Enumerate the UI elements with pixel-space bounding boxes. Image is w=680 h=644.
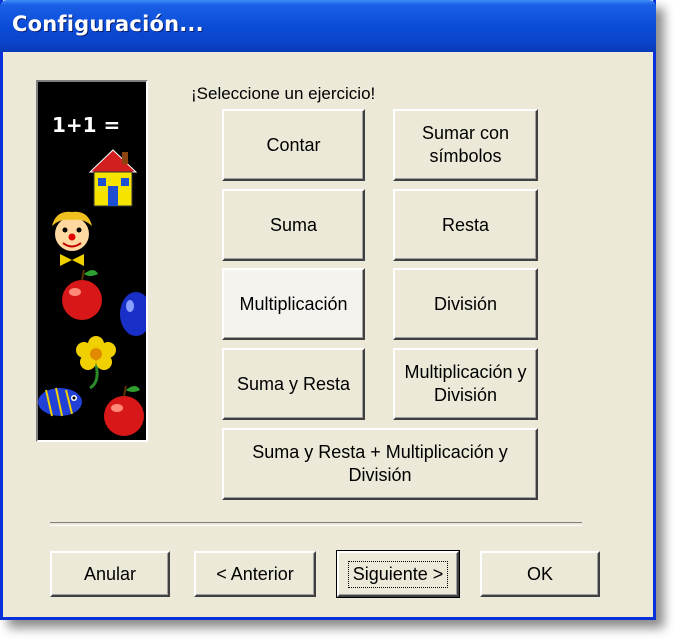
exercise-contar-button[interactable]: Contar <box>222 109 365 181</box>
exercise-suma-resta-button[interactable]: Suma y Resta <box>222 348 365 420</box>
exercise-multiplicacion-division-button[interactable]: Multiplicación y División <box>393 348 538 420</box>
clown-icon <box>52 211 92 266</box>
house-icon <box>88 149 138 207</box>
apple-icon <box>104 385 144 436</box>
window-title: Configuración... <box>12 12 204 36</box>
exercise-suma-button[interactable]: Suma <box>222 189 365 261</box>
apple-icon <box>62 269 102 320</box>
next-button[interactable]: Siguiente > <box>336 550 460 598</box>
balloon-icon <box>120 292 146 336</box>
equation-text: 1+1 = <box>52 113 120 137</box>
side-illustration: 1+1 = <box>36 80 148 442</box>
config-dialog: Configuración... 1+1 = ¡Seleccione un ej… <box>0 0 656 620</box>
exercise-sumar-simbolos-button[interactable]: Sumar con símbolos <box>393 109 538 181</box>
title-bar[interactable]: Configuración... <box>0 0 656 52</box>
ok-button[interactable]: OK <box>480 551 600 597</box>
exercise-resta-button[interactable]: Resta <box>393 189 538 261</box>
cancel-button[interactable]: Anular <box>50 551 170 597</box>
footer-separator <box>50 522 582 526</box>
select-exercise-prompt: ¡Seleccione un ejercicio! <box>191 84 376 103</box>
flower-icon <box>76 336 116 390</box>
back-button[interactable]: < Anterior <box>194 551 316 597</box>
exercise-division-button[interactable]: División <box>393 268 538 340</box>
exercise-multiplicacion-button[interactable]: Multiplicación <box>222 268 365 340</box>
fish-icon <box>38 387 82 417</box>
exercise-all-operations-button[interactable]: Suma y Resta + Multiplicación y División <box>222 428 538 500</box>
